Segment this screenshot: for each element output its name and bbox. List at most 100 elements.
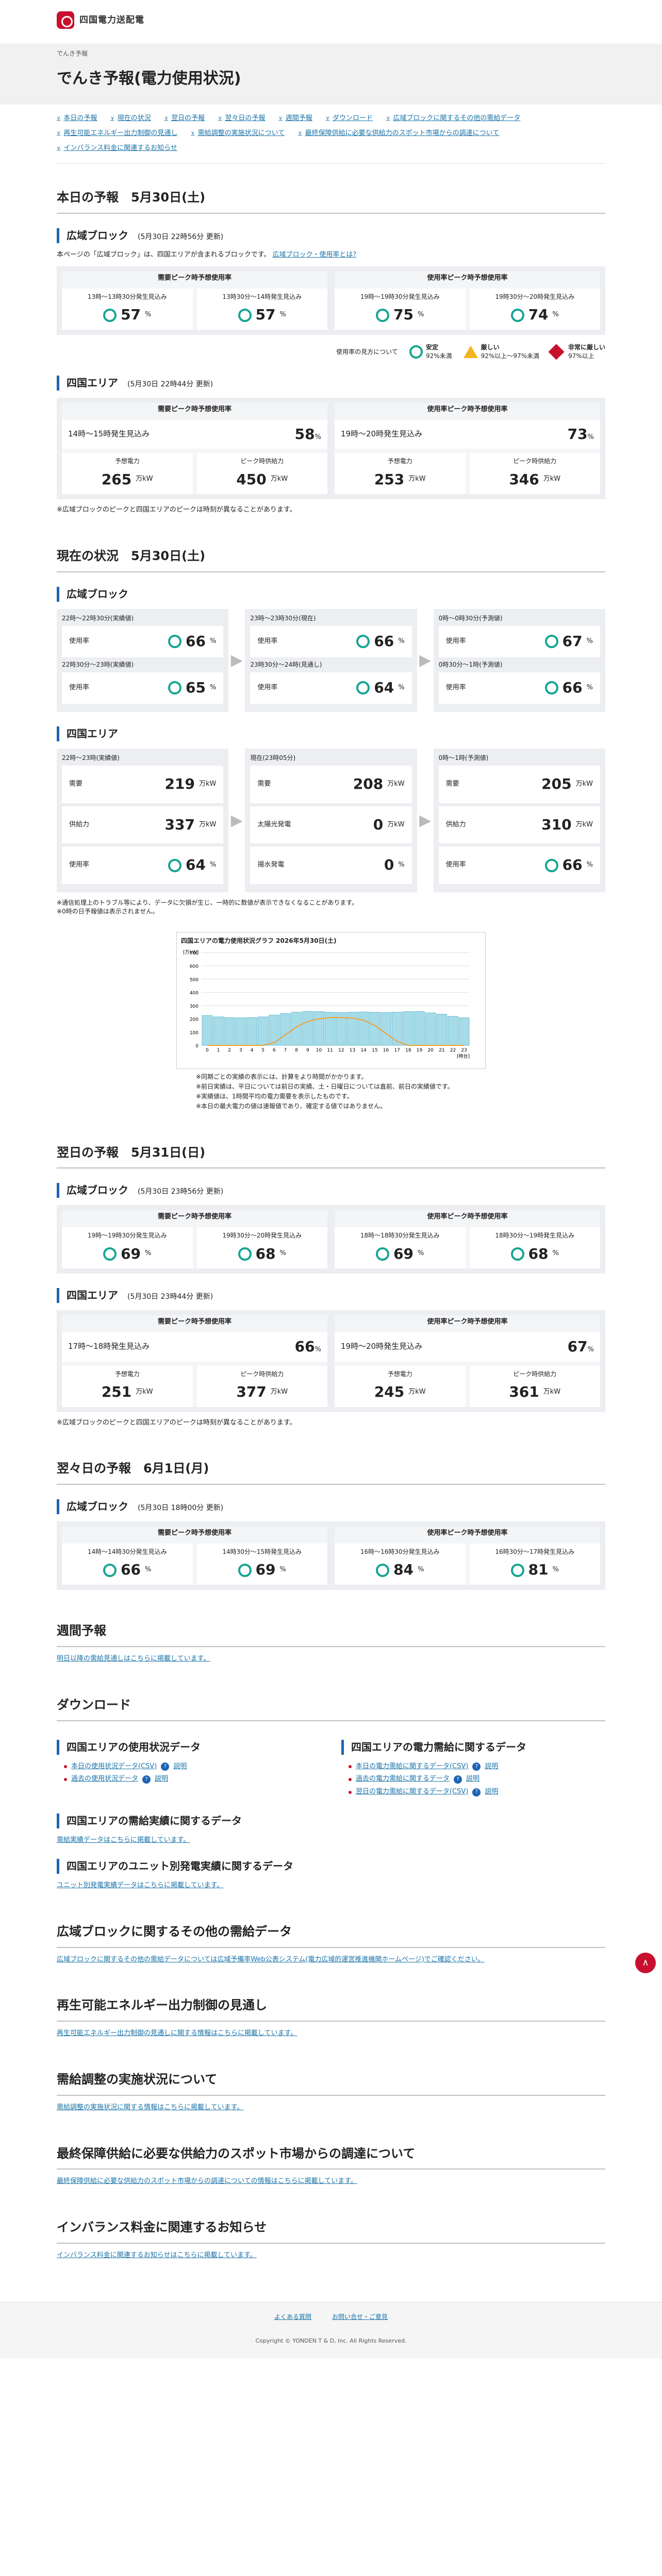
current-area-time: 0時〜1時(予測値) xyxy=(438,754,489,761)
tomorrow-wide-heading: 広域ブロック (5月30日 23時56分 更新) xyxy=(57,1183,605,1198)
x-tick-label: 21 xyxy=(439,1048,444,1053)
peak-value: 57% xyxy=(203,304,322,326)
breadcrumb[interactable]: でんき予報 xyxy=(57,49,605,58)
other-section-link[interactable]: 再生可能エネルギー出力制御の見通しに関する情報はこちらに掲載しています。 xyxy=(57,2029,297,2037)
help-link[interactable]: 説明 xyxy=(155,1774,168,1784)
current-time-label: 23時〜23時30分(現在) xyxy=(250,614,316,622)
area-cell-number: 208 xyxy=(353,775,384,793)
help-icon[interactable]: ? xyxy=(161,1762,170,1771)
download-link[interactable]: 過去の電力需給に関するデータ xyxy=(356,1774,450,1784)
area-panel: 需要ピーク時予想使用率 14時〜15時発生見込み 58% 予想電力 265 万kW ピーク時… xyxy=(62,402,327,495)
x-tick-label: 1 xyxy=(217,1048,220,1053)
other-section-link[interactable]: 広域ブロックに関するその他の需給データについては広域予備率Web公表システム(電… xyxy=(57,1956,485,1963)
current-area-box: 現在(23時05分) 需要 208 万kW 太陽光発電 0 万kW 揚水発電 0% xyxy=(245,748,417,892)
area-cell-number: 66 xyxy=(562,856,583,874)
tomorrow-area-title: 四国エリア xyxy=(67,1289,118,1302)
usage-rate: 67 xyxy=(562,633,583,650)
rate-value: 66% xyxy=(168,631,216,652)
tomorrow-wide-box: 需要ピーク時予想使用率 19時〜19時30分発生見込み 69% 19時30分〜20時発… xyxy=(57,1205,605,1274)
ring-icon xyxy=(238,308,252,322)
chevron-down-icon: ∨ xyxy=(325,115,330,122)
demand-bar xyxy=(313,1011,324,1046)
other-section-link[interactable]: 需給調整の実施状況に関する情報はこちらに掲載しています。 xyxy=(57,2104,243,2111)
rate-value: 67% xyxy=(544,631,593,652)
download-link[interactable]: 本日の使用状況データ(CSV) xyxy=(71,1762,157,1772)
x-tick-label: 0 xyxy=(206,1048,209,1053)
page-hero: でんき予報 でんき予報(電力使用状況) xyxy=(0,44,662,105)
power-unit: 万kW xyxy=(270,475,288,483)
anchor-link[interactable]: ∨ 本日の予報 xyxy=(57,114,97,124)
peak-value: 68% xyxy=(203,1244,322,1265)
other-section-link[interactable]: インバランス料金に関連するお知らせはこちらに掲載しています。 xyxy=(57,2251,257,2259)
ring-icon xyxy=(376,1247,390,1261)
peak-value: 74% xyxy=(476,304,594,326)
legend-very-label: 非常に厳しい xyxy=(568,343,605,351)
current-area-cell: 使用率 66% xyxy=(438,846,600,884)
area-rate-cell: 19時〜20時発生見込み 73% xyxy=(335,419,600,449)
help-icon[interactable]: ? xyxy=(472,1762,481,1771)
power-unit: 万kW xyxy=(136,475,153,483)
other-section-title: 広域ブロックに関するその他の需給データ xyxy=(57,1911,605,1948)
anchor-link[interactable]: ∨ ダウンロード xyxy=(326,114,373,124)
today-wide-updated: (5月30日 22時56分 更新) xyxy=(138,233,224,242)
anchor-link[interactable]: ∨ インバランス料金に関連するお知らせ xyxy=(57,144,177,154)
help-icon[interactable]: ? xyxy=(454,1775,462,1784)
current-rate-cell: 使用率 64% xyxy=(250,672,412,704)
anchor-label: 翌々日の予報 xyxy=(225,114,266,122)
current-rate-cell: 使用率 66% xyxy=(438,672,600,704)
demand-bar xyxy=(224,1017,235,1046)
help-link[interactable]: 説明 xyxy=(485,1762,498,1772)
x-tick-label: 20 xyxy=(427,1048,434,1053)
area-cell-value: 0 万kW xyxy=(373,815,405,836)
x-tick-label: 9 xyxy=(306,1048,309,1053)
x-tick-label: 10 xyxy=(316,1048,322,1053)
area-values-row: 予想電力 251 万kW ピーク時供給力 377 万kW xyxy=(62,1365,327,1407)
area-value-cell: ピーク時供給力 361 万kW xyxy=(469,1365,600,1407)
peak-time-label: 19時30分〜20時発生見込み xyxy=(222,1232,302,1240)
area-cell-label: 使用率 xyxy=(445,861,466,869)
brand-logo-icon[interactable] xyxy=(57,11,74,29)
usage-rate: 66 xyxy=(121,1561,141,1579)
anchor-link[interactable]: ∨ 現在の状況 xyxy=(110,114,151,124)
area-value-label: ピーク時供給力 xyxy=(240,457,284,465)
help-link[interactable]: 説明 xyxy=(173,1762,187,1772)
footer-link[interactable]: よくある質問 xyxy=(274,2313,311,2321)
anchor-link[interactable]: ∨ 翌々日の予報 xyxy=(218,114,265,124)
brand-name[interactable]: 四国電力送配電 xyxy=(79,14,144,27)
demand-bar xyxy=(280,1013,291,1046)
wide-block-help-link[interactable]: 広域ブロック・使用率とは? xyxy=(273,251,357,259)
anchor-link[interactable]: ∨ 広域ブロックに関するその他の需給データ xyxy=(386,114,520,124)
footer-link[interactable]: お問い合せ・ご意見 xyxy=(332,2313,388,2321)
download-columns: 四国エリアの使用状況データ 本日の使用状況データ(CSV)? 説明 過去の使用状況デー… xyxy=(57,1726,605,1801)
area-value-label: 予想電力 xyxy=(387,457,412,465)
anchor-link[interactable]: ∨ 週間予報 xyxy=(278,114,312,124)
help-link[interactable]: 説明 xyxy=(466,1774,479,1784)
weekly-link[interactable]: 明日以降の需給見通しはこちらに掲載しています。 xyxy=(57,1655,210,1663)
ring-icon xyxy=(510,308,524,322)
anchor-link[interactable]: ∨ 需給調整の実施状況について xyxy=(191,129,285,139)
back-to-top-button[interactable]: ∧ xyxy=(635,1953,656,1973)
download-link[interactable]: 翌日の電力需給に関するデータ(CSV) xyxy=(356,1787,468,1797)
help-icon[interactable]: ? xyxy=(142,1775,151,1784)
download-actual-link[interactable]: 需給実績データはこちらに掲載しています。 xyxy=(57,1836,190,1844)
help-link[interactable]: 説明 xyxy=(485,1787,498,1797)
help-icon[interactable]: ? xyxy=(472,1788,481,1797)
y-tick-label: 200 xyxy=(190,1018,198,1023)
y-tick-label: 300 xyxy=(190,1004,198,1009)
section-today-title: 本日の予報 5月30日(土) xyxy=(57,177,605,214)
download-link[interactable]: 過去の使用状況データ xyxy=(71,1774,138,1784)
anchor-link[interactable]: ∨ 再生可能エネルギー出力制御の見通し xyxy=(57,129,177,139)
anchor-label: インバランス料金に関連するお知らせ xyxy=(63,144,177,152)
download-unit-link[interactable]: ユニット別発電実績データはこちらに掲載しています。 xyxy=(57,1882,223,1889)
usage-rate: 66 xyxy=(374,633,394,650)
area-cell-number: 219 xyxy=(164,775,195,793)
legend-stable: 安定 92%未満 xyxy=(409,343,452,361)
anchor-link[interactable]: ∨ 翌日の予報 xyxy=(164,114,205,124)
page-title: でんき予報(電力使用状況) xyxy=(57,70,241,88)
area-rate-cell: 19時〜20時発生見込み 67% xyxy=(335,1332,600,1362)
other-section-link[interactable]: 最終保障供給に必要な供給力のスポット市場からの調達についての情報はこちらに掲載し… xyxy=(57,2177,357,2185)
current-wide-flow: 22時〜22時30分(実績値) 使用率 66% 22時30分〜23時(実績値) 使用率 6… xyxy=(57,608,605,712)
anchor-link[interactable]: ∨ 最終保障供給に必要な供給力のスポット市場からの調達について xyxy=(298,129,499,139)
area-values-row: 予想電力 245 万kW ピーク時供給力 361 万kW xyxy=(335,1365,600,1407)
download-link[interactable]: 本日の電力需給に関するデータ(CSV) xyxy=(356,1762,468,1772)
